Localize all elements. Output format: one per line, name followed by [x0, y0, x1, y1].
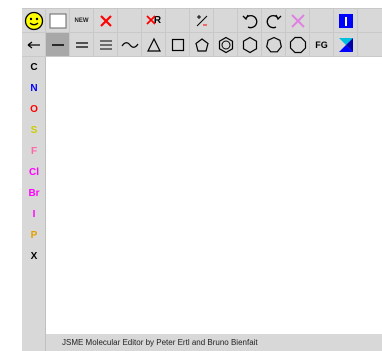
triangle-ring-icon[interactable] [142, 33, 166, 57]
delete-r-icon [146, 15, 156, 25]
drawing-canvas[interactable] [46, 57, 382, 334]
atom-button-x[interactable]: X [22, 246, 46, 267]
toolbar-spacer [358, 33, 382, 57]
toolbar-spacer [214, 9, 238, 33]
toolbar-spacer [358, 9, 382, 33]
toolbar-spacer [310, 9, 334, 33]
toolbar-spacer [118, 9, 142, 33]
octagon-ring-icon[interactable] [286, 33, 310, 57]
info-icon[interactable] [334, 9, 358, 33]
triple-bond-icon[interactable] [94, 33, 118, 57]
benzene-ring-icon[interactable] [214, 33, 238, 57]
atom-button-p[interactable]: P [22, 225, 46, 246]
atom-button-br[interactable]: Br [22, 183, 46, 204]
atom-button-f[interactable]: F [22, 141, 46, 162]
toolbar-row-drawing: FG [22, 33, 382, 57]
pentagon-ring-icon[interactable] [190, 33, 214, 57]
chain-icon[interactable] [22, 33, 46, 57]
toolbar-row-actions: NEW R [22, 9, 382, 33]
double-bond-icon[interactable] [70, 33, 94, 57]
chain-wave-icon[interactable] [118, 33, 142, 57]
hexagon-ring-icon[interactable] [238, 33, 262, 57]
clear-icon[interactable] [286, 9, 310, 33]
toolbar-spacer [166, 9, 190, 33]
charge-icon[interactable] [190, 9, 214, 33]
single-bond-icon[interactable] [46, 33, 70, 57]
blank-square-icon[interactable] [46, 9, 70, 33]
delete-icon[interactable] [94, 9, 118, 33]
atom-palette: C N O S F Cl Br I P X [22, 57, 46, 351]
redo-icon[interactable] [262, 9, 286, 33]
jsme-logo-icon[interactable] [334, 33, 358, 57]
status-text: JSME Molecular Editor by Peter Ertl and … [62, 338, 258, 347]
delete-r-button[interactable]: R [142, 9, 166, 33]
new-label: NEW [74, 17, 89, 24]
fg-button[interactable]: FG [310, 33, 334, 57]
atom-button-s[interactable]: S [22, 120, 46, 141]
heptagon-ring-icon[interactable] [262, 33, 286, 57]
atom-button-n[interactable]: N [22, 78, 46, 99]
atom-button-cl[interactable]: Cl [22, 162, 46, 183]
atom-button-i[interactable]: I [22, 204, 46, 225]
atom-button-o[interactable]: O [22, 99, 46, 120]
new-button[interactable]: NEW [70, 9, 94, 33]
smiley-icon[interactable] [22, 9, 46, 33]
square-ring-icon[interactable] [166, 33, 190, 57]
atom-button-c[interactable]: C [22, 57, 46, 78]
undo-icon[interactable] [238, 9, 262, 33]
status-bar: JSME Molecular Editor by Peter Ertl and … [46, 334, 382, 351]
fg-label: FG [315, 39, 328, 50]
jsme-editor: NEW R FG C N O S F Cl Br I P X JSME Mole… [22, 8, 382, 351]
toolbar: NEW R FG [22, 9, 382, 57]
